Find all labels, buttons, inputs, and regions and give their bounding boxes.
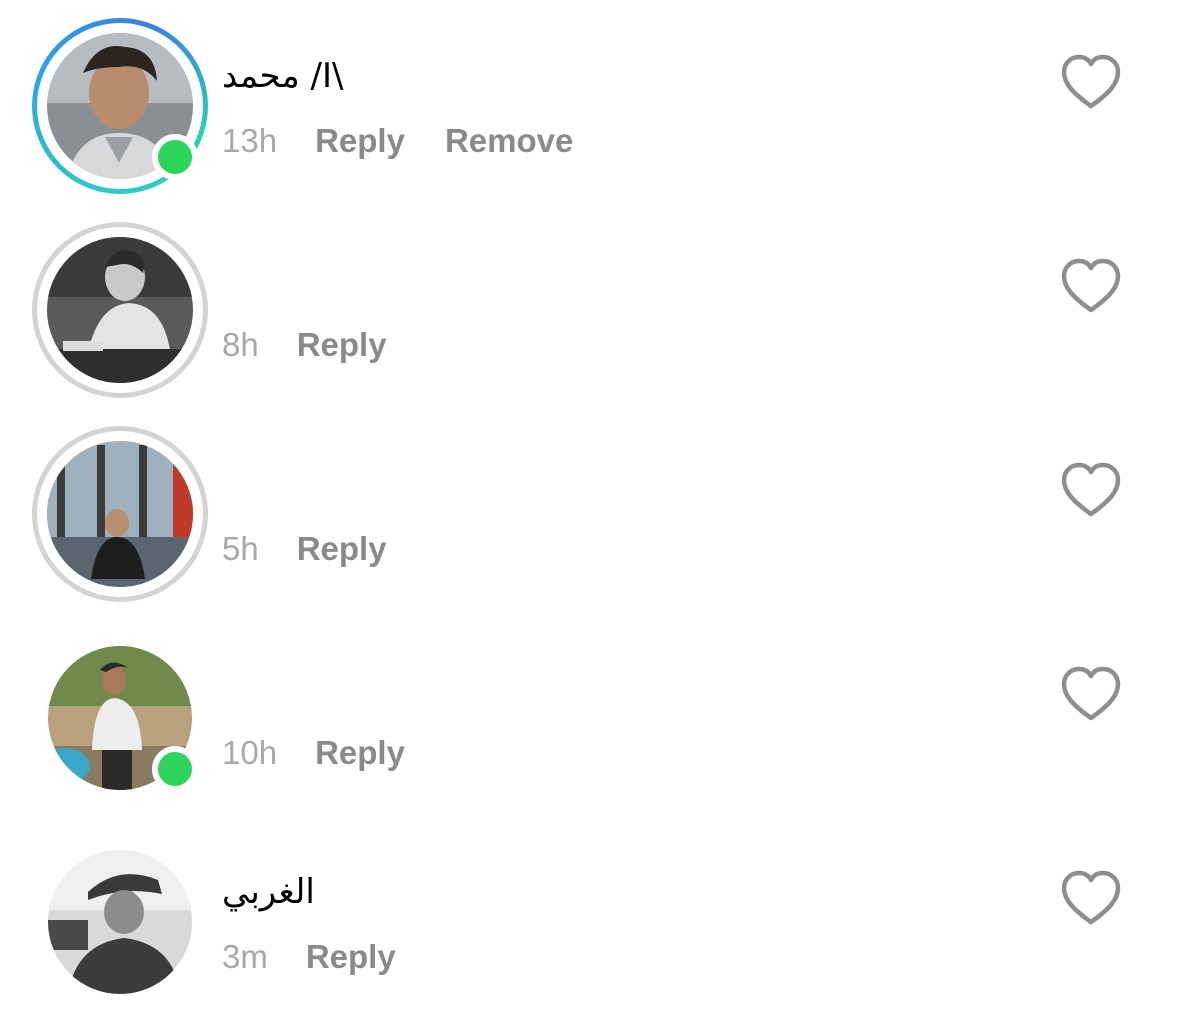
comment-meta: 13h Reply Remove — [222, 122, 613, 160]
reply-button[interactable]: Reply — [297, 530, 387, 568]
avatar-photo — [47, 237, 193, 383]
remove-button[interactable]: Remove — [445, 122, 573, 160]
avatar[interactable] — [32, 630, 208, 806]
reply-button[interactable]: Reply — [315, 734, 405, 772]
comment-item: 10h Reply — [0, 612, 1179, 816]
comment-meta: 3m Reply — [222, 938, 436, 976]
comment-meta: 10h Reply — [222, 734, 445, 772]
comment-username[interactable]: الغربي — [222, 872, 315, 912]
heart-outline-icon[interactable] — [1060, 258, 1122, 314]
heart-outline-icon[interactable] — [1060, 666, 1122, 722]
comment-username[interactable]: \I/ محمد — [222, 56, 343, 96]
avatar-photo — [48, 850, 192, 994]
heart-outline-icon[interactable] — [1060, 54, 1122, 110]
heart-outline-icon[interactable] — [1060, 870, 1122, 926]
reply-button[interactable]: Reply — [297, 326, 387, 364]
reply-button[interactable]: Reply — [315, 122, 405, 160]
avatar[interactable] — [32, 222, 208, 398]
avatar[interactable] — [32, 18, 208, 194]
comment-item: الغربي 3m Reply — [0, 816, 1179, 1020]
comment-meta: 8h Reply — [222, 326, 427, 364]
comment-time: 3m — [222, 938, 268, 975]
comment-item: \I/ محمد 13h Reply Remove — [0, 0, 1179, 204]
comment-time: 5h — [222, 530, 259, 567]
avatar[interactable] — [32, 426, 208, 602]
comment-item: 5h Reply — [0, 408, 1179, 612]
comment-meta: 5h Reply — [222, 530, 427, 568]
comment-item: 8h Reply — [0, 204, 1179, 408]
heart-outline-icon[interactable] — [1060, 462, 1122, 518]
reply-button[interactable]: Reply — [306, 938, 396, 976]
avatar[interactable] — [32, 834, 208, 1010]
online-status-icon — [152, 134, 198, 180]
comment-time: 8h — [222, 326, 259, 363]
online-status-icon — [152, 746, 198, 792]
comment-time: 10h — [222, 734, 278, 771]
comment-time: 13h — [222, 122, 278, 159]
avatar-photo — [47, 441, 193, 587]
